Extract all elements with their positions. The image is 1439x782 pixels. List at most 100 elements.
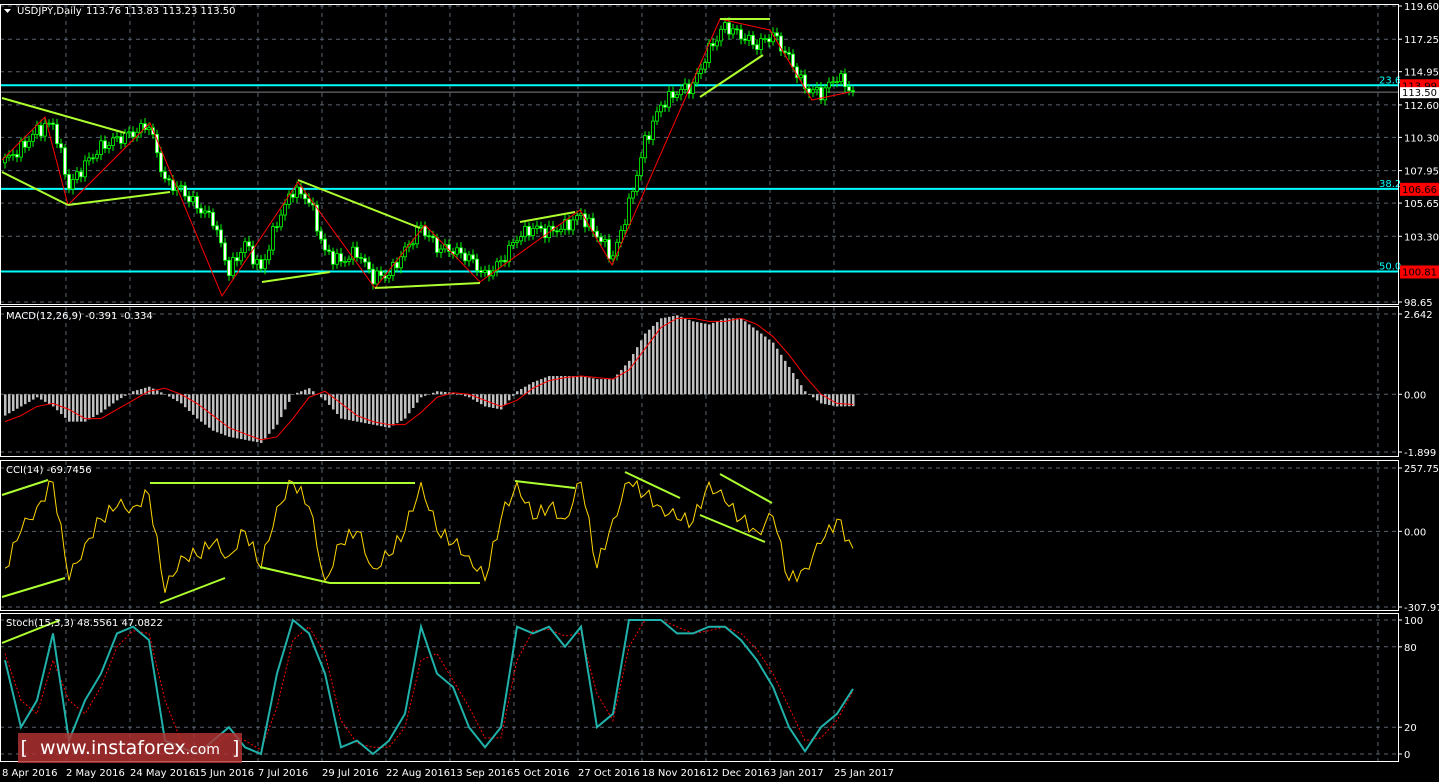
bull-candle: [723, 22, 727, 30]
bull-candle: [263, 259, 267, 270]
macd-histogram-bar: [224, 394, 227, 436]
macd-histogram-bar: [628, 360, 631, 395]
macd-histogram-bar: [200, 394, 203, 422]
macd-histogram-bar: [432, 392, 435, 395]
bull-candle: [643, 135, 647, 159]
bear-candle: [735, 28, 739, 31]
instaforex-watermark: [ www.instaforex.com ]: [18, 733, 242, 763]
bear-candle: [435, 237, 439, 253]
bull-candle: [335, 253, 339, 265]
bull-candle: [667, 91, 671, 108]
macd-histogram-bar: [328, 394, 331, 405]
macd-histogram-bar: [800, 385, 803, 395]
bull-candle: [835, 81, 839, 84]
macd-histogram-bar: [744, 321, 747, 395]
bear-candle: [223, 242, 227, 261]
bear-candle: [291, 193, 295, 198]
bear-candle: [323, 238, 327, 251]
bull-candle: [123, 132, 127, 144]
macd-histogram-bar: [720, 319, 723, 395]
bull-candle: [675, 94, 679, 98]
ohlc-label: 113.76 113.83 113.23 113.50: [86, 6, 236, 17]
bear-candle: [303, 193, 307, 200]
date-tick-label: 24 May 2016: [130, 768, 195, 779]
bear-candle: [791, 53, 795, 68]
macd-histogram-bar: [456, 393, 459, 395]
macd-histogram-bar: [196, 394, 199, 419]
bull-candle: [655, 111, 659, 122]
bull-candle: [75, 171, 79, 180]
date-tick-label: 22 Aug 2016: [386, 768, 450, 779]
macd-histogram-bar: [340, 394, 343, 419]
bear-candle: [103, 140, 107, 149]
macd-histogram-bar: [284, 394, 287, 410]
bull-candle: [507, 244, 511, 263]
bull-candle: [439, 248, 443, 253]
bull-candle: [763, 38, 767, 41]
fib-level-label: 23.6: [1379, 75, 1401, 86]
bear-candle: [247, 241, 251, 247]
bear-candle: [431, 235, 435, 239]
macd-histogram-bar: [648, 329, 651, 395]
macd-histogram-bar: [840, 394, 843, 407]
macd-histogram-bar: [504, 394, 507, 405]
macd-histogram-bar: [88, 394, 91, 420]
macd-histogram-bar: [276, 394, 279, 425]
bull-candle: [839, 73, 843, 83]
bear-candle: [51, 122, 55, 125]
bull-candle: [243, 241, 247, 253]
bear-candle: [607, 239, 611, 260]
bull-candle: [7, 154, 11, 158]
macd-histogram-bar: [116, 394, 119, 401]
macd-histogram-bar: [72, 394, 75, 422]
current-price-label: 113.50: [1402, 88, 1437, 99]
macd-histogram-bar: [516, 391, 519, 395]
macd-histogram-bar: [420, 394, 423, 398]
bull-candle: [715, 40, 719, 47]
bull-candle: [467, 254, 471, 262]
macd-histogram-bar: [212, 394, 215, 431]
bear-candle: [55, 123, 59, 145]
bear-candle: [567, 219, 571, 231]
bear-candle: [183, 185, 187, 197]
bull-candle: [523, 225, 527, 238]
macd-histogram-bar: [136, 390, 139, 395]
bull-candle: [559, 228, 563, 233]
date-tick-label: 7 Jul 2016: [258, 768, 308, 779]
macd-histogram-bar: [444, 392, 447, 395]
macd-histogram-bar: [804, 391, 807, 395]
bear-candle: [199, 207, 203, 214]
macd-histogram-bar: [796, 379, 799, 395]
macd-histogram-bar: [312, 391, 315, 395]
macd-histogram-bar: [572, 376, 575, 395]
bear-candle: [847, 86, 851, 92]
bear-candle: [79, 171, 83, 178]
bear-candle: [59, 143, 63, 149]
bull-candle: [31, 133, 35, 142]
date-axis: 8 Apr 2016 2 May 2016 24 May 201615 Jun 20…: [2, 768, 894, 779]
watermark-bracket: ]: [232, 737, 240, 759]
bear-candle: [843, 73, 847, 88]
bull-candle: [295, 186, 299, 198]
macd-histogram-bar: [356, 394, 359, 422]
bull-candle: [619, 230, 623, 243]
macd-histogram-bar: [280, 394, 283, 418]
macd-histogram-bar: [40, 394, 43, 400]
bull-candle: [815, 86, 819, 91]
macd-histogram-bar: [816, 394, 819, 401]
bull-candle: [343, 260, 347, 263]
macd-title: MACD(12,26,9) -0.391 -0.334: [6, 311, 153, 322]
bull-candle: [191, 196, 195, 203]
bear-candle: [187, 195, 191, 203]
macd-histogram-bar: [128, 393, 131, 395]
macd-histogram-bar: [156, 390, 159, 395]
bull-candle: [831, 81, 835, 84]
macd-histogram-bar: [248, 394, 251, 441]
watermark-www: www.instaforex: [40, 737, 186, 759]
macd-histogram-bar: [64, 394, 67, 418]
bull-candle: [627, 197, 631, 226]
macd-histogram-bar: [404, 394, 407, 419]
bull-candle: [115, 136, 119, 139]
macd-histogram-bar: [488, 394, 491, 408]
macd-histogram-bar: [44, 394, 47, 402]
